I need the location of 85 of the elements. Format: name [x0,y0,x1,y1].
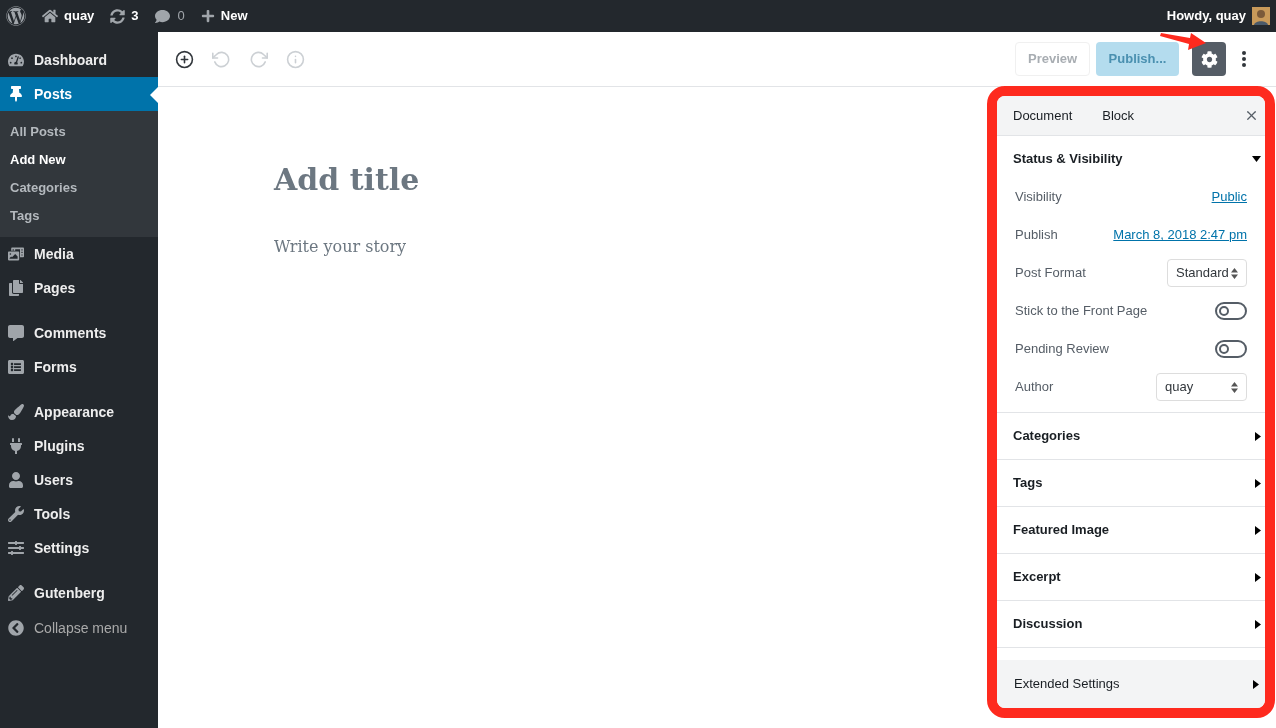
section-header[interactable]: Excerpt [997,554,1265,600]
form-icon [8,359,24,375]
add-block-button[interactable] [175,49,194,69]
section-header[interactable]: Categories [997,413,1265,459]
wordpress-logo-icon[interactable] [6,6,26,26]
more-icon [1242,51,1246,67]
section-header[interactable]: Featured Image [997,507,1265,553]
field-label: Author [1015,378,1054,397]
field-label: Stick to the Front Page [1015,302,1148,321]
field-label: Publish [1015,226,1058,245]
plus-icon [200,9,215,23]
sidebar-item[interactable]: Gutenberg [0,576,158,610]
add-block-icon [175,49,194,69]
close-button[interactable] [1244,108,1259,123]
updown-icon [1231,381,1238,393]
collapse-icon [8,620,24,636]
home-icon [42,8,58,24]
toggle-switch[interactable] [1215,340,1247,358]
site-link[interactable]: quay [42,6,95,26]
close-icon [1244,108,1259,123]
avatar[interactable] [1252,7,1270,25]
user-icon [8,472,24,488]
panel-tab[interactable]: Document [1013,105,1073,126]
section-header[interactable]: Tags [997,460,1265,506]
sidebar-item[interactable]: Settings [0,531,158,565]
active-pointer [150,87,158,103]
sidebar-item[interactable]: Dashboard [0,43,158,77]
expand-arrow-icon [1255,478,1261,488]
collapse-menu-button[interactable]: Collapse menu [0,611,158,645]
submenu-item[interactable]: Tags [0,202,158,230]
section-header[interactable]: Status & Visibility [997,136,1265,182]
info-icon [286,49,305,69]
wrench-icon [8,506,24,522]
submenu-item[interactable]: Add New [0,146,158,174]
pencil-icon [8,585,24,601]
sidebar-item[interactable]: Pages [0,271,158,305]
title-field[interactable]: Add title [274,165,987,195]
submenu-item[interactable]: Categories [0,174,158,202]
expand-arrow-icon [1253,679,1259,689]
content-field[interactable]: Write your story [274,235,987,259]
comments-link[interactable]: 0 [154,6,185,26]
comment-icon [154,8,170,24]
redo-icon [249,49,268,69]
sidebar-item[interactable]: Forms [0,350,158,384]
undo-icon [212,49,231,69]
sliders-icon [8,540,24,556]
collapse-arrow-icon [1252,156,1261,162]
sidebar-item[interactable]: Media [0,237,158,271]
submenu-item[interactable]: All Posts [0,118,158,146]
sidebar-item[interactable]: Appearance [0,395,158,429]
settings-icon [1200,50,1218,68]
expand-arrow-icon [1255,619,1261,629]
panel-tab[interactable]: Block [1102,105,1135,126]
field-label: Visibility [1015,188,1062,207]
expand-arrow-icon [1255,572,1261,582]
sidebar-item[interactable]: Plugins [0,429,158,463]
expand-arrow-icon [1255,525,1261,535]
pin-icon [8,86,24,102]
dashboard-icon [8,52,24,68]
extended-settings-header[interactable]: Extended Settings [997,660,1265,708]
new-link[interactable]: New [200,6,248,26]
link[interactable]: March 8, 2018 2:47 pm [1113,225,1247,245]
updates-link[interactable]: 3 [110,6,139,26]
sidebar-item[interactable]: Users [0,463,158,497]
account-link[interactable]: Howdy, quay [1166,6,1246,26]
sidebar-item[interactable]: Posts [0,77,158,111]
refresh-icon [110,8,126,24]
field-label: Post Format [1015,264,1086,283]
field-label: Pending Review [1015,340,1109,359]
link[interactable]: Public [1211,187,1247,207]
sidebar-item[interactable]: Tools [0,497,158,531]
toggle-switch[interactable] [1215,302,1247,320]
pages-icon [8,280,24,296]
media-icon [8,246,24,262]
plug-icon [8,438,24,454]
section-header[interactable]: Discussion [997,601,1265,647]
select-field[interactable]: quay [1156,373,1247,401]
expand-arrow-icon [1255,431,1261,441]
annotation-arrow [1160,33,1206,51]
brush-icon [8,404,24,420]
updown-icon [1231,267,1238,279]
comment-icon [8,325,24,341]
sidebar-item[interactable]: Comments [0,316,158,350]
settings-button[interactable] [1192,42,1226,76]
select-field[interactable]: Standard [1167,259,1247,287]
